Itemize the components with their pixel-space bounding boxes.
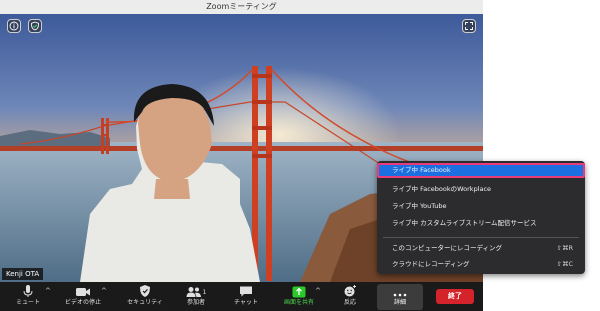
encryption-button[interactable] — [28, 19, 42, 33]
shortcut-label: ⇧⌘C — [556, 260, 574, 268]
menu-item-label: ライブ中 Facebook — [392, 166, 451, 174]
mute-button[interactable]: ミュート — [10, 282, 46, 311]
share-screen-label: 画面を共有 — [283, 299, 314, 306]
video-options-caret-icon[interactable]: ^ — [101, 287, 107, 295]
reactions-button[interactable]: 反応 — [334, 282, 366, 311]
menu-item-label: ライブ中 カスタムライブストリーム配信サービス — [392, 219, 537, 227]
chat-bubble-icon — [240, 286, 252, 297]
menu-item-record-local[interactable]: このコンピューターにレコーディング ⇧⌘R — [377, 241, 585, 256]
fullscreen-button[interactable] — [462, 19, 476, 33]
participant-name-label: Kenji OTA — [2, 268, 44, 280]
window-title: Zoomミーティング — [206, 2, 277, 11]
fullscreen-icon — [465, 22, 473, 30]
shortcut-label: ⇧⌘R — [556, 244, 573, 252]
participants-button[interactable]: 1 参加者 — [178, 282, 214, 311]
menu-item-record-cloud[interactable]: クラウドにレコーディング ⇧⌘C — [377, 257, 585, 272]
title-bar: Zoomミーティング — [0, 0, 483, 15]
more-button-content: 詳細 — [377, 282, 423, 311]
menu-item-live-custom-service[interactable]: ライブ中 カスタムライブストリーム配信サービス — [377, 216, 585, 231]
shield-icon — [140, 285, 150, 297]
reactions-label: 反応 — [343, 299, 356, 306]
menu-item-live-youtube[interactable]: ライブ中 YouTube — [377, 199, 585, 214]
video-camera-icon — [76, 288, 90, 296]
menu-item-label: ライブ中 YouTube — [392, 202, 447, 210]
more-options-menu: ライブ中 Facebook ライブ中 FacebookのWorkplace ライ… — [377, 161, 585, 274]
participants-icon — [186, 287, 201, 297]
participants-count: 1 — [202, 289, 207, 296]
share-screen-icon — [292, 286, 306, 298]
menu-item-label: ライブ中 FacebookのWorkplace — [392, 185, 492, 193]
menu-item-label: クラウドにレコーディング — [392, 260, 470, 268]
more-button[interactable]: 詳細 — [377, 284, 423, 310]
end-meeting-button[interactable]: 終了 — [436, 289, 474, 304]
security-button[interactable]: セキュリティ — [122, 282, 168, 311]
menu-item-label: このコンピューターにレコーディング — [392, 244, 503, 252]
reaction-emoji-icon — [344, 285, 356, 297]
mute-label: ミュート — [15, 299, 40, 306]
share-options-caret-icon[interactable]: ^ — [315, 287, 321, 295]
participants-label: 参加者 — [186, 299, 205, 306]
menu-item-live-facebook[interactable]: ライブ中 Facebook — [377, 163, 585, 178]
shield-icon — [31, 21, 39, 31]
stop-video-button[interactable]: ビデオの停止 — [60, 282, 106, 311]
info-button[interactable] — [7, 19, 21, 33]
security-label: セキュリティ — [127, 299, 163, 306]
more-label: 詳細 — [393, 299, 406, 306]
stop-video-label: ビデオの停止 — [64, 299, 101, 306]
menu-separator — [383, 237, 579, 238]
microphone-icon — [23, 285, 33, 297]
chat-button[interactable]: チャット — [228, 282, 264, 311]
audio-options-caret-icon[interactable]: ^ — [45, 287, 51, 295]
info-icon — [9, 21, 19, 31]
menu-item-live-facebook-workplace[interactable]: ライブ中 FacebookのWorkplace — [377, 182, 585, 197]
chat-label: チャット — [234, 299, 258, 306]
